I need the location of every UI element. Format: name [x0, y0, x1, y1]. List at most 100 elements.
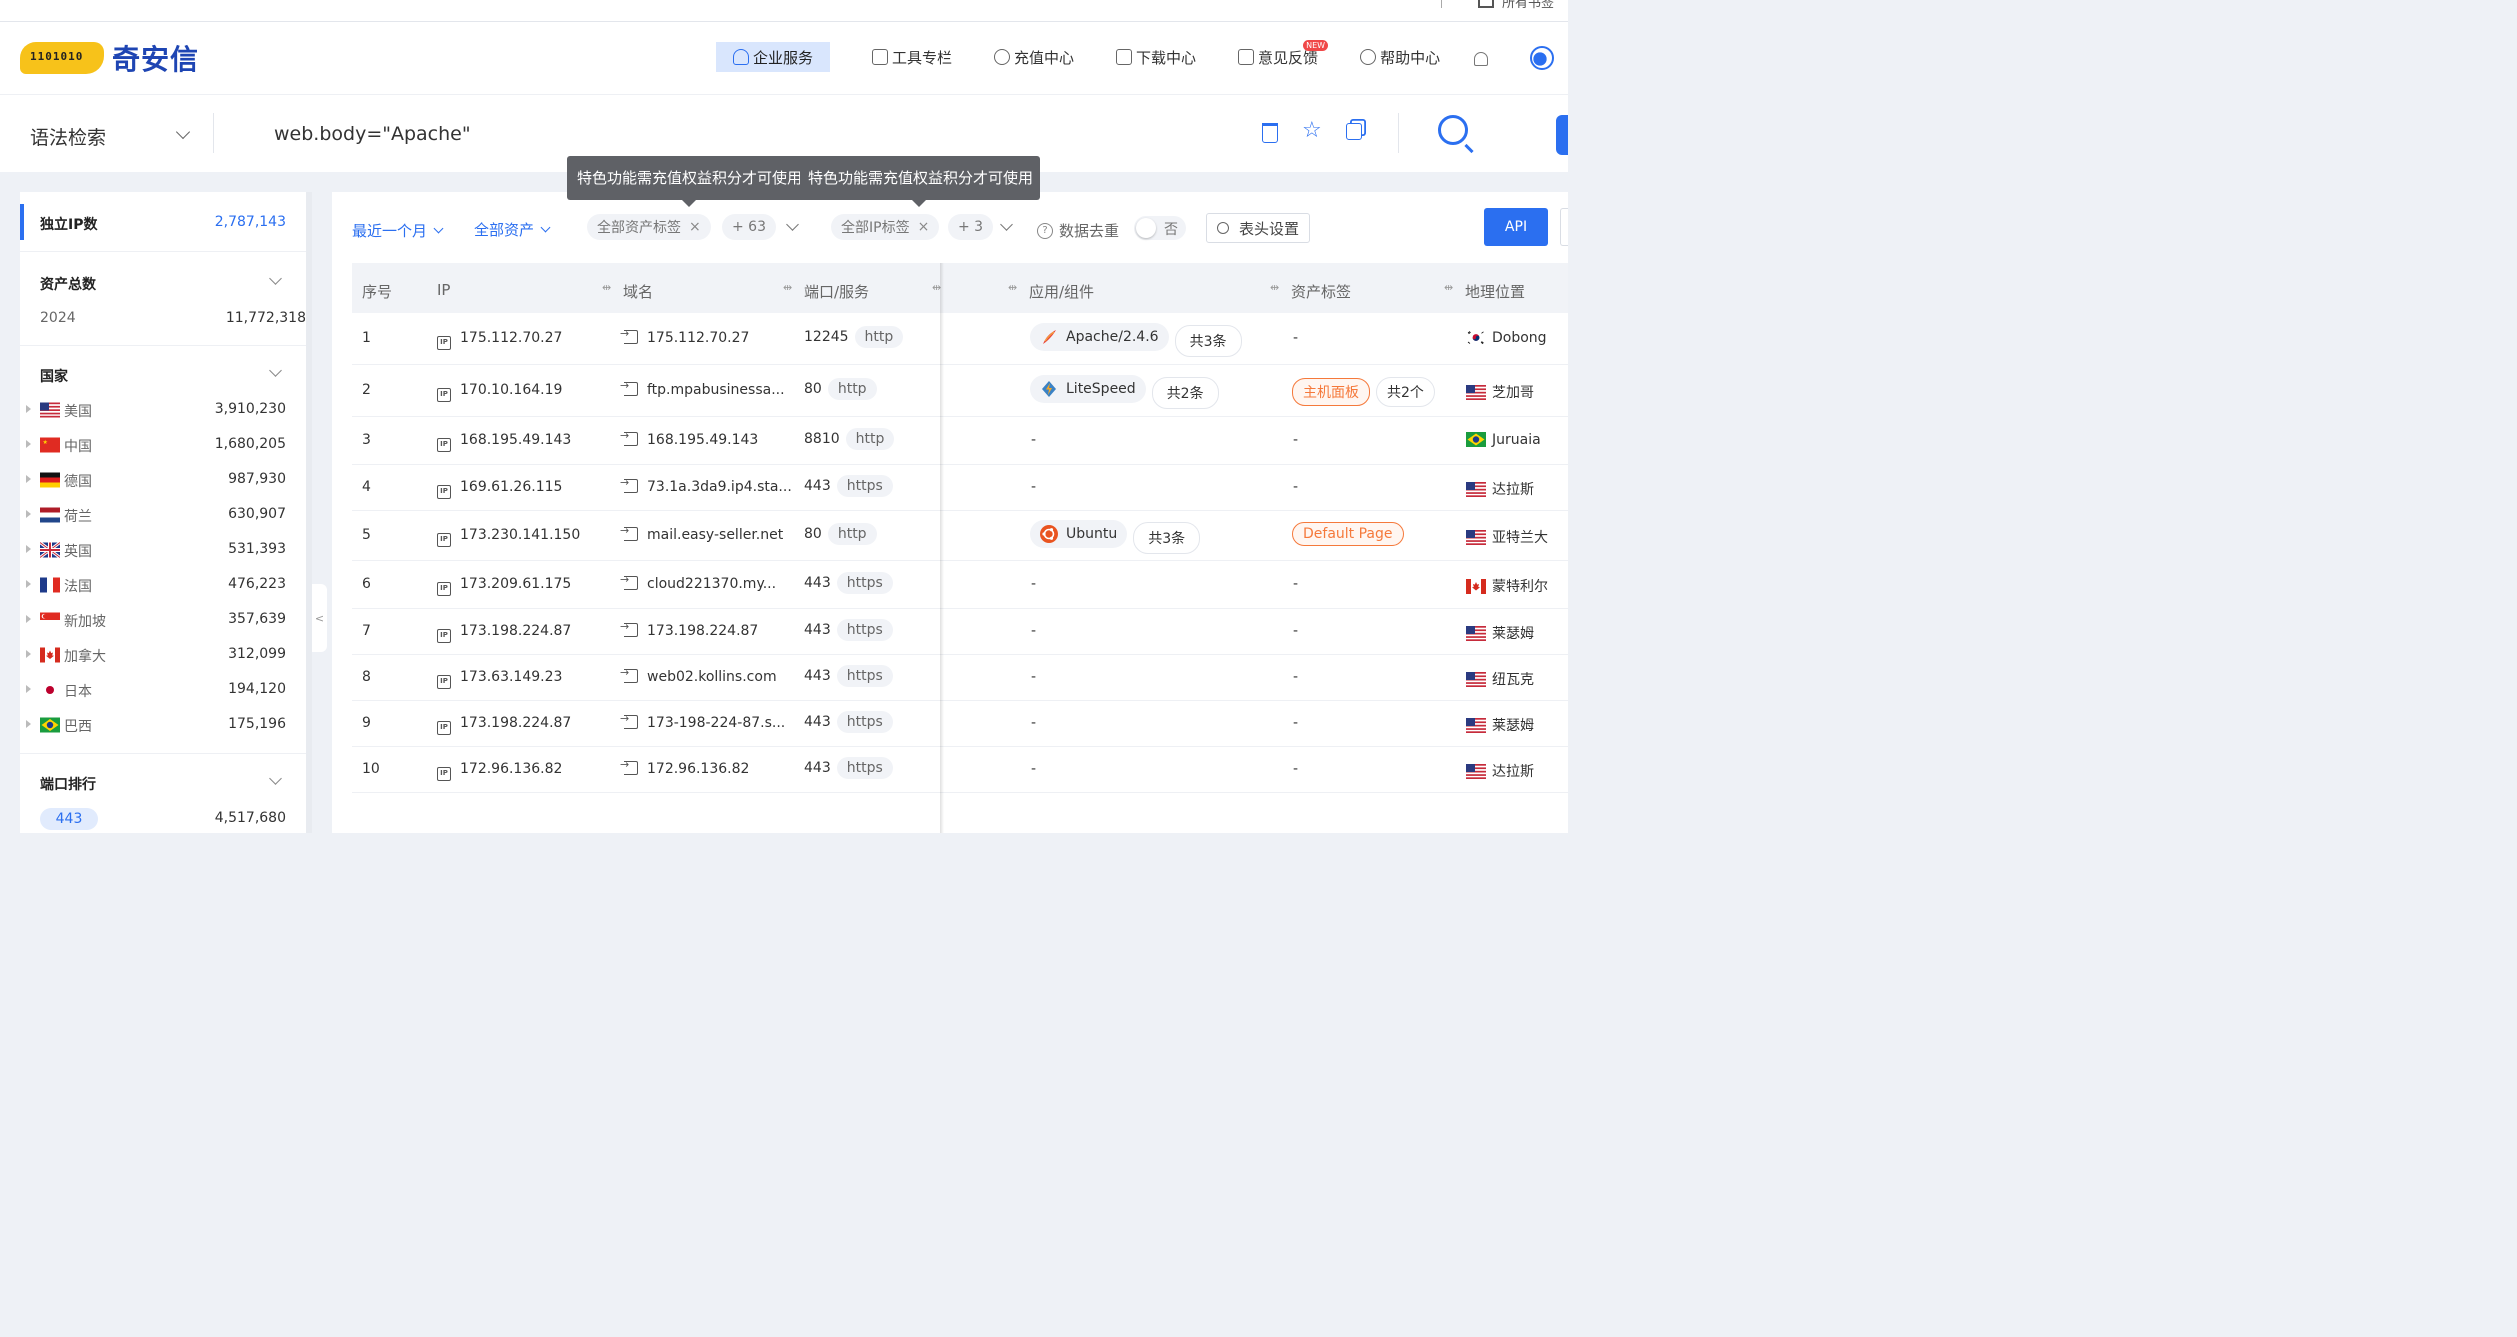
component-chip[interactable]: Ubuntu	[1030, 520, 1128, 548]
asset-year-row[interactable]: 2024 11,772,318	[40, 310, 306, 330]
column-resize-handle[interactable]: ⇹	[602, 281, 611, 294]
ip-address[interactable]: 172.96.136.82	[460, 761, 562, 777]
table-row[interactable]: 4 IP 169.61.26.115 73.1a.3da9.ip4.sta... 443…	[352, 465, 1568, 511]
expand-caret-icon[interactable]	[26, 475, 31, 483]
domain-text[interactable]: mail.easy-seller.net	[647, 527, 783, 543]
country-item[interactable]: 巴西 175,196	[20, 715, 286, 737]
expand-caret-icon[interactable]	[26, 580, 31, 588]
domain-cell[interactable]: cloud221370.my...	[620, 573, 776, 592]
ip-cell[interactable]: IP 172.96.136.82	[437, 761, 562, 781]
nav-download[interactable]: 下载中心	[1102, 42, 1210, 72]
avatar[interactable]	[1530, 46, 1554, 70]
ip-address[interactable]: 169.61.26.115	[460, 479, 562, 495]
trash-icon[interactable]	[1262, 123, 1278, 143]
port-pill[interactable]: 443	[40, 808, 98, 830]
service-badge[interactable]: https	[836, 572, 893, 594]
service-badge[interactable]: https	[836, 757, 893, 779]
domain-cell[interactable]: 73.1a.3da9.ip4.sta...	[620, 476, 792, 495]
col-ip[interactable]: IP	[437, 281, 450, 299]
column-resize-handle[interactable]: ⇹	[1444, 281, 1453, 294]
service-badge[interactable]: https	[836, 619, 893, 641]
col-port[interactable]: 端口/服务	[804, 281, 869, 302]
col-component[interactable]: 应用/组件	[1029, 281, 1094, 302]
chevron-down-icon[interactable]	[269, 364, 282, 377]
nav-enterprise[interactable]: 企业服务	[716, 42, 830, 72]
all-bookmarks[interactable]: 所有书签	[1477, 0, 1554, 11]
asset-total-title[interactable]: 资产总数	[40, 274, 96, 294]
domain-text[interactable]: web02.kollins.com	[647, 669, 777, 685]
domain-text[interactable]: 172.96.136.82	[647, 761, 749, 777]
country-item[interactable]: 法国 476,223	[20, 575, 286, 597]
expand-caret-icon[interactable]	[26, 545, 31, 553]
close-icon[interactable]: ×	[689, 219, 701, 235]
chevron-down-icon[interactable]	[786, 218, 799, 231]
expand-caret-icon[interactable]	[26, 720, 31, 728]
service-badge[interactable]: https	[836, 665, 893, 687]
chevron-down-icon[interactable]	[1000, 218, 1013, 231]
question-icon[interactable]: ?	[1037, 222, 1053, 239]
unique-ip-stat[interactable]: 独立IP数 2,787,143	[20, 192, 310, 252]
ip-cell[interactable]: IP 173.63.149.23	[437, 669, 562, 689]
sidebar-scrollbar[interactable]	[306, 192, 312, 833]
sidebar-collapse-button[interactable]: <	[312, 584, 327, 652]
country-item[interactable]: 德国 987,930	[20, 470, 286, 492]
ip-tag-filter[interactable]: 全部IP标签 ×	[831, 214, 940, 240]
table-row[interactable]: 1 IP 175.112.70.27 175.112.70.27 12245 http Ap…	[352, 313, 1568, 365]
column-resize-handle[interactable]: ⇹	[932, 281, 941, 294]
column-resize-handle[interactable]: ⇹	[783, 281, 792, 294]
service-badge[interactable]: http	[854, 326, 904, 348]
table-row[interactable]: 5 IP 173.230.141.150 mail.easy-seller.net 80…	[352, 511, 1568, 561]
asset-tag-chip[interactable]: 主机面板	[1292, 378, 1370, 406]
ip-address[interactable]: 173.209.61.175	[460, 576, 571, 592]
domain-text[interactable]: cloud221370.my...	[647, 576, 776, 592]
port-number[interactable]: 443	[804, 622, 831, 638]
country-item[interactable]: 美国 3,910,230	[20, 400, 286, 422]
close-icon[interactable]: ×	[918, 219, 930, 235]
domain-text[interactable]: 173.198.224.87	[647, 623, 758, 639]
port-number[interactable]: 443	[804, 575, 831, 591]
col-asset-tag[interactable]: 资产标签	[1291, 281, 1351, 302]
country-item[interactable]: 荷兰 630,907	[20, 505, 286, 527]
port-number[interactable]: 80	[804, 526, 822, 542]
asset-tag-more[interactable]: + 63	[722, 214, 776, 240]
asset-tag-chip[interactable]: Default Page	[1292, 522, 1404, 546]
nav-feedback[interactable]: 意见反馈 NEW	[1224, 40, 1332, 72]
column-resize-handle[interactable]: ⇹	[1270, 281, 1279, 294]
component-count[interactable]: 共2条	[1151, 377, 1219, 409]
domain-cell[interactable]: ftp.mpabusinessa...	[620, 379, 785, 398]
component-chip[interactable]: Apache/2.4.6	[1030, 323, 1169, 351]
search-mode-select[interactable]: 语法检索	[30, 123, 106, 150]
port-number[interactable]: 12245	[804, 329, 849, 345]
port-number[interactable]: 8810	[804, 431, 840, 447]
table-row[interactable]: 2 IP 170.10.164.19 ftp.mpabusinessa... 80 htt…	[352, 365, 1568, 417]
brand-logo[interactable]: 1101010 奇安信	[20, 38, 199, 78]
star-icon[interactable]: ☆	[1302, 118, 1322, 143]
time-filter[interactable]: 最近一个月	[352, 220, 444, 241]
expand-caret-icon[interactable]	[26, 510, 31, 518]
domain-text[interactable]: 175.112.70.27	[647, 330, 749, 346]
ip-cell[interactable]: IP 173.230.141.150	[437, 527, 580, 547]
service-badge[interactable]: http	[845, 428, 895, 450]
ip-cell[interactable]: IP 170.10.164.19	[437, 382, 562, 402]
domain-cell[interactable]: 173-198-224-87.s...	[620, 712, 785, 731]
nav-help[interactable]: 帮助中心	[1346, 42, 1454, 72]
domain-text[interactable]: ftp.mpabusinessa...	[647, 382, 785, 398]
table-row[interactable]: 8 IP 173.63.149.23 web02.kollins.com 443 http…	[352, 655, 1568, 701]
port-rank-title[interactable]: 端口排行	[40, 774, 96, 794]
copy-icon[interactable]	[1346, 123, 1362, 140]
country-item[interactable]: ★ 中国 1,680,205	[20, 435, 286, 457]
search-input[interactable]	[274, 123, 1174, 145]
table-row[interactable]: 9 IP 173.198.224.87 173-198-224-87.s... 443 h…	[352, 701, 1568, 747]
component-chip[interactable]: LiteSpeed	[1030, 375, 1146, 403]
ip-cell[interactable]: IP 175.112.70.27	[437, 330, 562, 350]
ip-cell[interactable]: IP 173.198.224.87	[437, 715, 571, 735]
country-item[interactable]: 加拿大 312,099	[20, 645, 286, 667]
country-item[interactable]: 英国 531,393	[20, 540, 286, 562]
domain-cell[interactable]: 173.198.224.87	[620, 620, 758, 639]
api-button[interactable]: API	[1484, 208, 1548, 246]
nav-recharge[interactable]: 充值中心	[980, 42, 1088, 72]
service-badge[interactable]: https	[836, 711, 893, 733]
ip-cell[interactable]: IP 173.209.61.175	[437, 576, 571, 596]
domain-cell[interactable]: 175.112.70.27	[620, 327, 749, 346]
ip-address[interactable]: 175.112.70.27	[460, 330, 562, 346]
